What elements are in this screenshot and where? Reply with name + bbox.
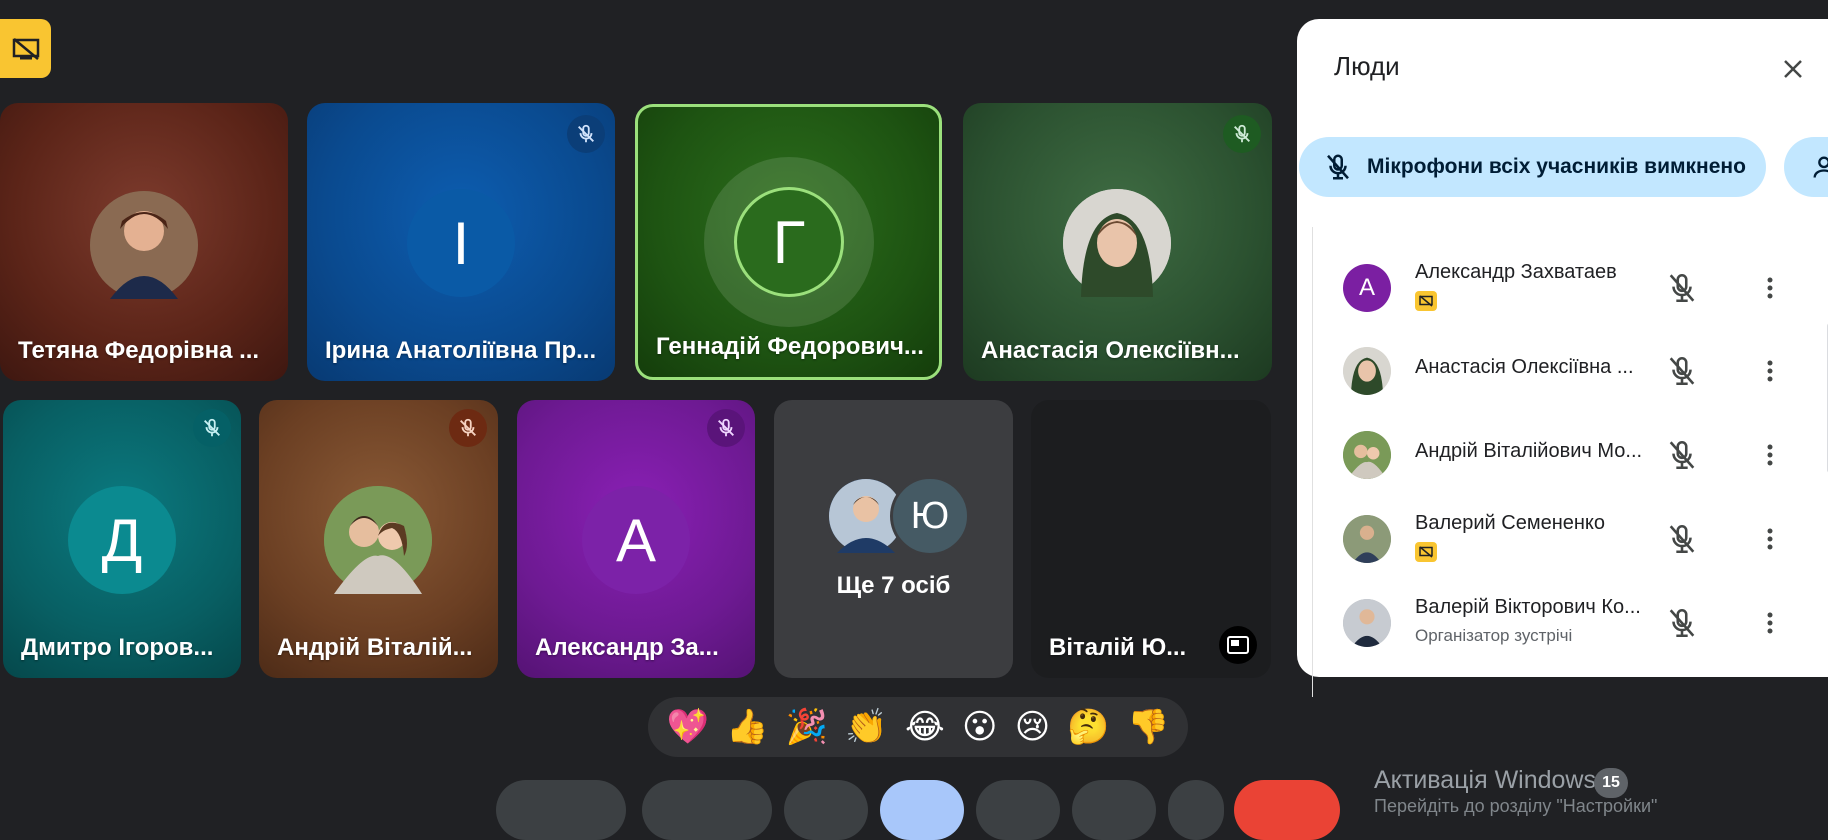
participant-name: Дмитро Ігоров...	[21, 634, 214, 661]
reactions-bar: 💖 👍 🎉 👏 😂 😮 😢 🤔 👎	[648, 697, 1188, 757]
reaction-clapping[interactable]: 👏	[845, 710, 887, 744]
participant-name: Анастасія Олексіївна ...	[1415, 356, 1634, 378]
camera-control-button[interactable]	[642, 780, 772, 840]
raise-hand-button[interactable]	[1072, 780, 1156, 840]
participant-tile[interactable]: А Александр За...	[517, 400, 755, 678]
mic-off-icon[interactable]	[1665, 354, 1699, 388]
mic-off-icon	[193, 409, 231, 447]
participant-photo	[1343, 599, 1391, 647]
participant-tile[interactable]: І Ірина Анатоліївна Пр...	[307, 103, 615, 381]
participant-name: Александр За...	[535, 634, 719, 661]
mic-off-icon	[1327, 154, 1349, 180]
person-icon	[1813, 156, 1828, 178]
participant-avatar: Ю	[890, 476, 970, 556]
reaction-thumbs-down[interactable]: 👎	[1127, 710, 1169, 744]
participant-row[interactable]: Анастасія Олексіївна ...	[1313, 332, 1823, 412]
more-options-button[interactable]	[1168, 780, 1224, 840]
participant-avatar: Д	[68, 486, 176, 594]
no-screen-icon	[12, 37, 39, 60]
windows-activation-title: Активація Windows	[1374, 766, 1596, 794]
close-icon	[1784, 60, 1802, 78]
mute-all-chip[interactable]: Мікрофони всіх учасників вимкнено	[1299, 137, 1766, 197]
mic-off-icon	[567, 115, 605, 153]
participant-avatar: І	[407, 189, 515, 297]
more-vert-icon[interactable]	[1753, 354, 1787, 388]
windows-activation-subtitle: Перейдіть до розділу "Настройки"	[1374, 796, 1658, 816]
presentation-off-badge[interactable]	[0, 19, 51, 78]
participant-tile[interactable]: Віталій Ю...	[1031, 400, 1271, 678]
picture-in-picture-icon[interactable]	[1219, 626, 1257, 664]
participant-photo	[1343, 515, 1391, 563]
participant-row[interactable]: Валерий Семененко	[1313, 500, 1823, 580]
reaction-crying[interactable]: 😢	[1015, 710, 1050, 744]
host-role-label: Організатор зустрічі	[1415, 626, 1573, 645]
reaction-tears-of-joy[interactable]: 😂	[905, 710, 945, 744]
participant-name: Ірина Анатоліївна Пр...	[325, 337, 597, 364]
participant-row[interactable]: Андрій Віталійович Мо...	[1313, 416, 1823, 496]
reaction-thumbs-up[interactable]: 👍	[726, 710, 768, 744]
notification-count-badge: 15	[1594, 768, 1628, 798]
more-vert-icon[interactable]	[1753, 271, 1787, 305]
participant-tile[interactable]: Андрій Віталій...	[259, 400, 498, 678]
participant-row-host[interactable]: Валерій Вікторович Ко... Організатор зус…	[1313, 584, 1823, 664]
leave-call-button[interactable]	[1234, 780, 1340, 840]
more-vert-icon[interactable]	[1753, 606, 1787, 640]
participant-name: Валерий Семененко	[1415, 512, 1606, 534]
participant-name: Валерій Вікторович Ко...	[1415, 596, 1641, 618]
mic-off-icon[interactable]	[1665, 438, 1699, 472]
captions-button[interactable]	[784, 780, 868, 840]
presentation-off-icon	[1415, 291, 1437, 311]
participant-name: Геннадій Федорович...	[656, 333, 924, 360]
participant-photo	[1343, 347, 1391, 395]
participant-photo	[90, 191, 198, 299]
participant-name: Віталій Ю...	[1049, 634, 1187, 661]
participant-name: Тетяна Федорівна ...	[18, 337, 260, 364]
participant-tile[interactable]: Д Дмитро Ігоров...	[3, 400, 241, 678]
more-vert-icon[interactable]	[1753, 522, 1787, 556]
mic-off-icon[interactable]	[1665, 606, 1699, 640]
participant-name: Анастасія Олексіївн...	[981, 337, 1240, 364]
more-participants-label: Ще 7 осіб	[836, 572, 951, 599]
participants-list: А Александр Захватаев Анастасія Олексіїв…	[1312, 227, 1828, 697]
presentation-off-icon	[1415, 542, 1437, 562]
participant-photo	[324, 486, 432, 594]
participant-tile-speaking[interactable]: Г Геннадій Федорович...	[635, 104, 942, 380]
add-people-chip[interactable]	[1784, 137, 1828, 197]
participant-avatar: Г	[734, 187, 844, 297]
mic-off-icon	[1223, 115, 1261, 153]
present-button[interactable]	[976, 780, 1060, 840]
participant-name: Андрій Віталій...	[277, 634, 473, 661]
mic-off-icon	[449, 409, 487, 447]
participant-name: Андрій Віталійович Мо...	[1415, 440, 1643, 462]
mic-control-button[interactable]	[496, 780, 626, 840]
participant-tile[interactable]: Тетяна Федорівна ...	[0, 103, 288, 381]
reaction-party-popper[interactable]: 🎉	[786, 710, 828, 744]
panel-title: Люди	[1334, 51, 1400, 81]
people-panel: Люди Мікрофони всіх учасників вимкнено А…	[1297, 19, 1828, 697]
mic-off-icon[interactable]	[1665, 271, 1699, 305]
mic-off-icon	[707, 409, 745, 447]
more-vert-icon[interactable]	[1753, 438, 1787, 472]
more-participants-tile[interactable]: Ю Ще 7 осіб	[774, 400, 1013, 678]
participant-photo	[1063, 189, 1171, 297]
mute-all-label: Мікрофони всіх учасників вимкнено	[1367, 155, 1746, 178]
close-panel-button[interactable]	[1773, 49, 1813, 89]
reactions-button[interactable]	[880, 780, 964, 840]
participant-name: Александр Захватаев	[1415, 261, 1617, 283]
reaction-sparkling-heart[interactable]: 💖	[667, 710, 709, 744]
participant-row[interactable]: А Александр Захватаев	[1313, 249, 1823, 329]
participant-avatar: А	[1343, 264, 1391, 312]
reaction-surprised[interactable]: 😮	[962, 710, 997, 744]
participant-photo	[1343, 431, 1391, 479]
participant-avatar: А	[582, 486, 690, 594]
participant-tile[interactable]: Анастасія Олексіївн...	[963, 103, 1272, 381]
reaction-thinking[interactable]: 🤔	[1067, 710, 1109, 744]
mic-off-icon[interactable]	[1665, 522, 1699, 556]
